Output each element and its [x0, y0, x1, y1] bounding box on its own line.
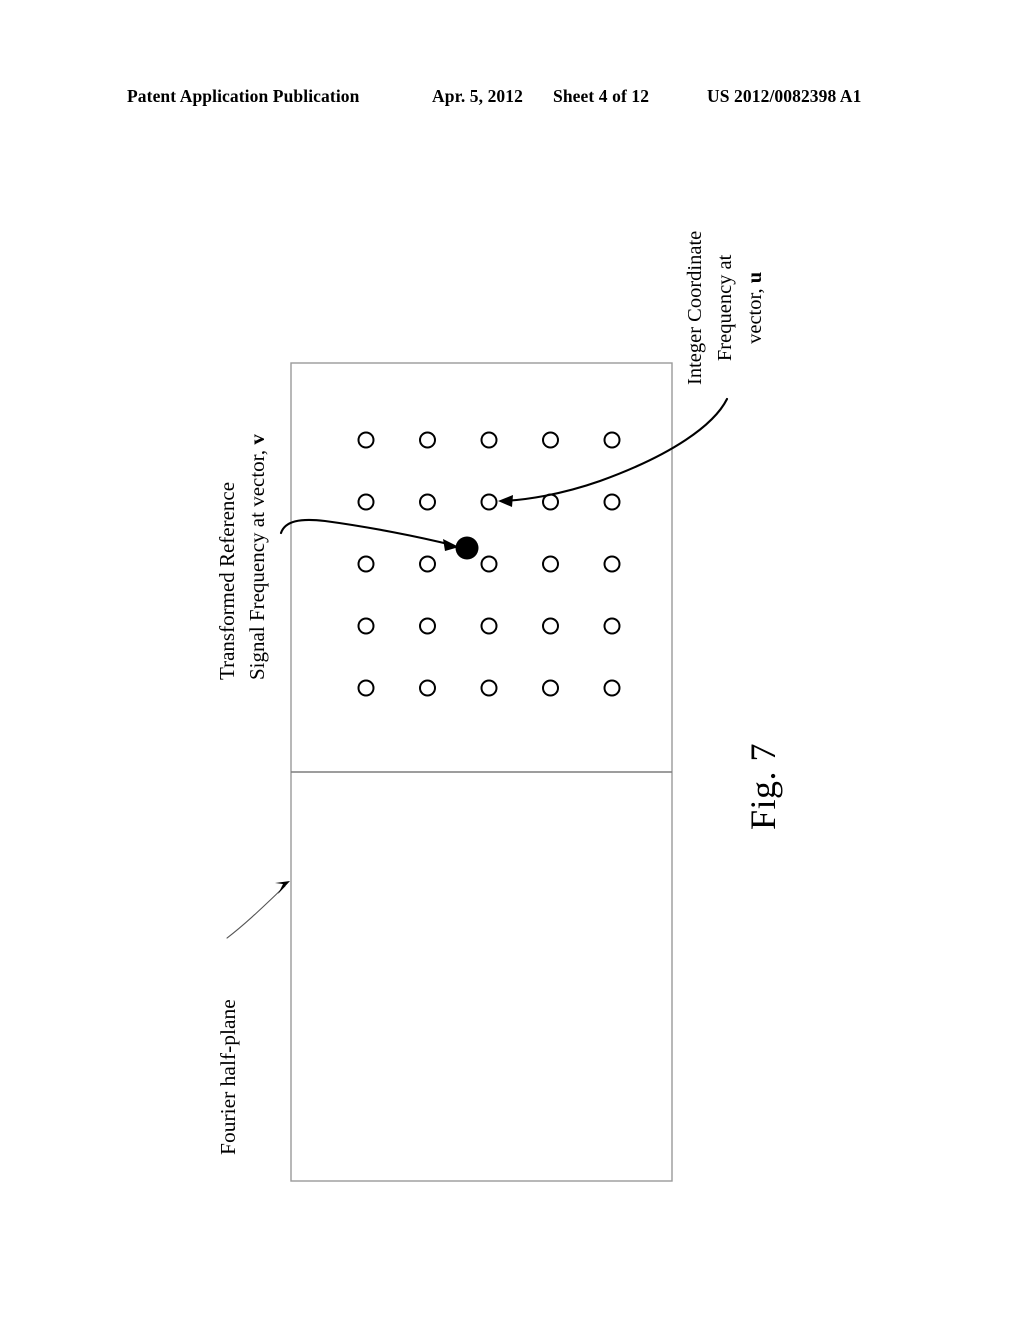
- lattice-point: [419, 679, 436, 697]
- figure-canvas: [226, 362, 729, 1182]
- lattice-point: [357, 679, 375, 697]
- integer-coordinate-lattice: [357, 431, 621, 697]
- integer-coordinate-arrowhead: [498, 495, 513, 507]
- lattice-point: [480, 431, 498, 449]
- transformed-signal-leader: [279, 518, 459, 551]
- fourier-half-plane-leader-line: [226, 885, 286, 939]
- lattice-point: [542, 679, 559, 697]
- lattice-point: [357, 493, 375, 511]
- lattice-point: [419, 617, 436, 635]
- lattice-point: [542, 555, 559, 573]
- transformed-signal-label-line2-text: Signal Frequency at vector,: [245, 444, 269, 680]
- integer-coordinate-leader: [498, 397, 729, 507]
- lattice-point: [357, 555, 375, 573]
- transformed-signal-label-line2: Signal Frequency at vector, v: [242, 434, 272, 680]
- fourier-half-plane-arrowhead: [275, 881, 290, 894]
- lattice-point: [419, 431, 436, 449]
- integer-coordinate-label-line2: Frequency at: [714, 254, 736, 362]
- figure-caption: Fig. 7: [743, 742, 783, 830]
- fourier-half-plane-label: Fourier half-plane: [216, 999, 240, 1155]
- lattice-point: [419, 555, 436, 573]
- lattice-point: [603, 617, 621, 635]
- lattice-point: [419, 493, 436, 511]
- integer-coordinate-label-line3: vector, u: [740, 231, 770, 385]
- integer-coordinate-label: Integer Coordinate Frequency at vector, …: [680, 231, 770, 385]
- transformed-signal-label-line1: Transformed Reference: [215, 481, 239, 680]
- lattice-point: [603, 555, 621, 573]
- integer-coordinate-leader-curve: [501, 397, 729, 503]
- lattice-point: [480, 679, 498, 697]
- lattice-point: [603, 493, 621, 511]
- lattice-point: [480, 555, 498, 573]
- lattice-point: [357, 431, 375, 449]
- lattice-point: [603, 431, 621, 449]
- transformed-signal-leader-curve: [279, 518, 454, 547]
- lattice-point: [542, 617, 559, 635]
- patent-figure-drawing: [0, 0, 1024, 1320]
- vector-v-symbol: v: [245, 434, 269, 445]
- lattice-point: [603, 679, 621, 697]
- lattice-point: [480, 493, 498, 511]
- lattice-point: [357, 617, 375, 635]
- vector-u-symbol: u: [744, 271, 766, 284]
- fourier-half-plane-leader: [226, 881, 290, 939]
- integer-coordinate-label-line3-text: vector,: [744, 283, 766, 344]
- transformed-signal-frequency-point: [455, 536, 479, 560]
- lattice-point: [542, 431, 559, 449]
- integer-coordinate-label-line1: Integer Coordinate: [684, 230, 706, 385]
- transformed-signal-label: Transformed Reference Signal Frequency a…: [212, 434, 272, 680]
- lattice-point: [480, 617, 498, 635]
